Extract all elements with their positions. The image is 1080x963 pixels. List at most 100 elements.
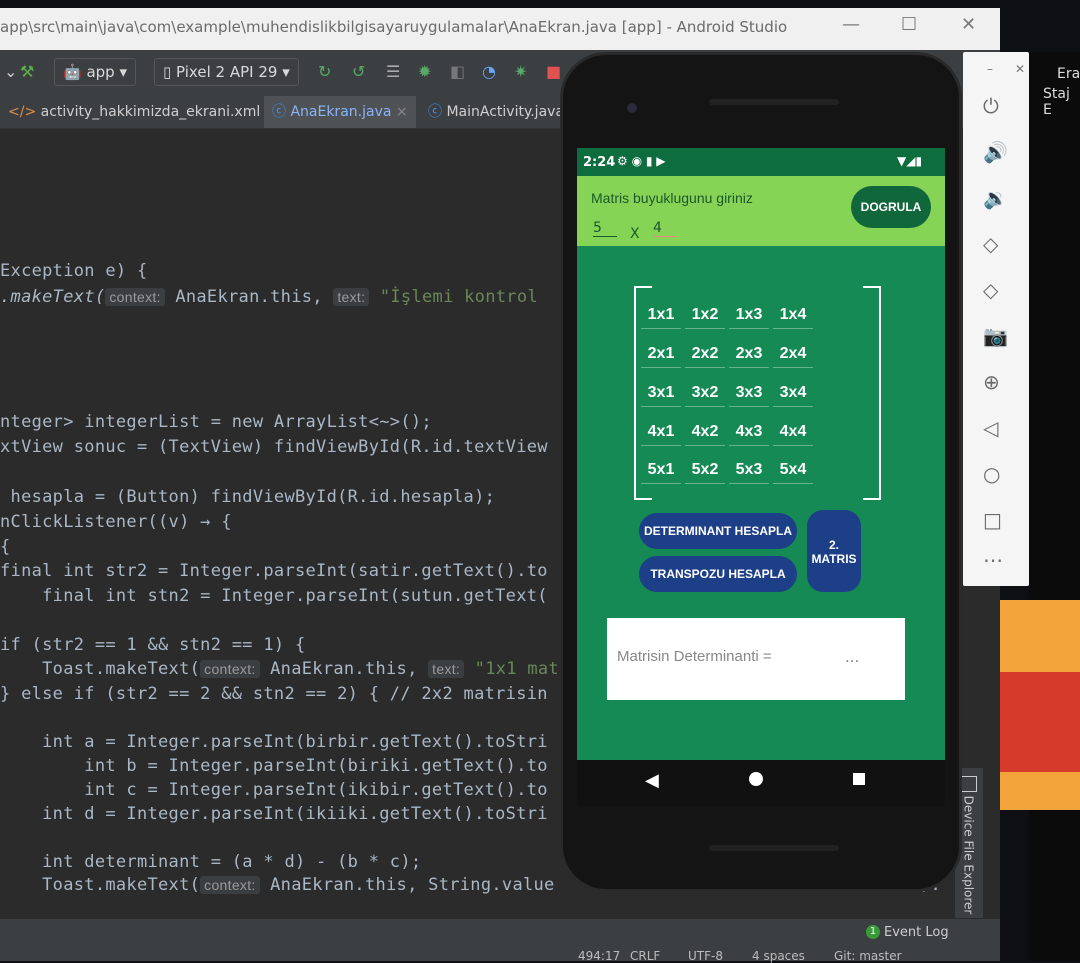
volume-up-icon[interactable]: 🔊	[983, 140, 1008, 164]
device-icon	[961, 776, 977, 792]
matrix-cell-input[interactable]: 4x1	[641, 423, 681, 446]
code-line: int b = Integer.parseInt(biriki.getText(…	[0, 756, 548, 776]
nav-overview-icon[interactable]	[853, 773, 865, 785]
matrix-cell-input[interactable]: 1x3	[729, 306, 769, 329]
matrix-cell-input[interactable]: 3x4	[773, 384, 813, 407]
close-button[interactable]: ✕	[961, 14, 976, 35]
tab-mainactivity[interactable]: ⓒ MainActivity.java	[420, 96, 572, 128]
matrix-cell-input[interactable]: 1x1	[641, 306, 681, 329]
matrix-cell-input[interactable]: 3x1	[641, 384, 681, 407]
code-line: nteger> integerList = new ArrayList<~>()…	[0, 412, 432, 432]
matrix-cell-input[interactable]: 4x4	[773, 423, 813, 446]
code-line: xtView sonuc = (TextView) findViewById(R…	[0, 437, 548, 457]
speaker-grille	[709, 845, 839, 851]
matrix-cell-input[interactable]: 1x4	[773, 306, 813, 329]
cols-input[interactable]: 4	[653, 220, 677, 237]
run-config-label: app	[86, 63, 115, 81]
run-config-select[interactable]: 🤖 app ▾	[54, 58, 137, 86]
power-icon[interactable]: ⏻	[983, 94, 999, 118]
notification-icons: ⚙ ◉ ▮ ▶	[617, 154, 666, 168]
matrix-cell-input[interactable]: 4x3	[729, 423, 769, 446]
nav-home-icon[interactable]	[749, 772, 763, 786]
chevron-icon[interactable]: ⌄	[4, 62, 17, 81]
apply-changes-icon[interactable]: ↻	[318, 62, 331, 81]
device-select[interactable]: ▯ Pixel 2 API 29 ▾	[154, 58, 299, 86]
matrix-cell-input[interactable]: 3x3	[729, 384, 769, 407]
maximize-button[interactable]: ☐	[901, 14, 917, 35]
background-text-2: Staj E	[1043, 86, 1070, 118]
close-tab-icon[interactable]: ×	[396, 104, 408, 120]
tab-anaekran[interactable]: ⓒ AnaEkran.java ×	[264, 96, 416, 128]
camera-icon[interactable]: 📷	[983, 324, 1008, 348]
event-log-button[interactable]: Event Log	[884, 925, 949, 940]
result-box: Matrisin Determinanti = ...	[607, 618, 905, 700]
home-icon[interactable]: ○	[983, 462, 1000, 486]
determinant-button[interactable]: DETERMINANT HESAPLA	[639, 513, 797, 549]
code-line: final int stn2 = Integer.parseInt(sutun.…	[0, 586, 548, 606]
matrix-cell-input[interactable]: 2x4	[773, 345, 813, 368]
matrix-cell-input[interactable]: 2x1	[641, 345, 681, 368]
profiler-icon[interactable]: ◔	[482, 62, 496, 81]
matrix-cell-input[interactable]: 2x3	[729, 345, 769, 368]
close-icon[interactable]: ✕	[1015, 62, 1025, 76]
code-token: AnaEkran.this,	[164, 287, 334, 307]
matrix-cell-input[interactable]: 2x2	[685, 345, 725, 368]
code-line: Toast.makeText(context: AnaEkran.this, S…	[0, 875, 555, 895]
phone-icon: ▯	[163, 63, 172, 81]
more-icon[interactable]: ⋯	[983, 548, 1003, 572]
attach-icon[interactable]: ◧	[450, 62, 465, 81]
result-value: ...	[845, 648, 860, 666]
rows-input[interactable]: 5	[593, 220, 617, 237]
speaker-grille	[709, 99, 839, 105]
back-icon[interactable]: ◁	[983, 416, 998, 440]
apply-code-changes-icon[interactable]: ↺	[352, 62, 365, 81]
matrix-cell-input[interactable]: 1x2	[685, 306, 725, 329]
stop-icon[interactable]: ■	[546, 62, 561, 81]
emulator-controls: – ✕ ⏻ 🔊 🔉 ◇ ◇ 📷 ⊕ ◁ ○ □ ⋯	[963, 52, 1029, 586]
matrix-cell-input[interactable]: 5x3	[729, 461, 769, 484]
matrix-cell-input[interactable]: 5x2	[685, 461, 725, 484]
minimize-button[interactable]: —	[842, 14, 860, 35]
code-line: .makeText(context: AnaEkran.this, text: …	[0, 287, 538, 307]
parameter-hint: context:	[200, 876, 260, 894]
dropdown-icon: ▾	[119, 63, 128, 81]
device-file-explorer-label: Device File Explorer	[961, 795, 976, 915]
parameter-hint: context:	[200, 660, 260, 678]
java-class-icon: ⓒ	[428, 104, 442, 120]
java-class-icon: ⓒ	[272, 104, 286, 120]
signal-battery-icons: ▼◢▮	[897, 154, 923, 168]
matrix-cell-input[interactable]: 3x2	[685, 384, 725, 407]
nav-back-icon[interactable]: ◀	[645, 770, 659, 791]
matrix-cell-input[interactable]: 5x1	[641, 461, 681, 484]
bug-icon[interactable]: ✷	[514, 62, 527, 81]
matrix-cell-input[interactable]: 5x4	[773, 461, 813, 484]
overview-icon[interactable]: □	[983, 508, 1002, 532]
background-window: Era Staj E	[985, 52, 1080, 961]
debug-icon[interactable]: ✹	[418, 62, 431, 81]
times-label: X	[630, 226, 640, 242]
volume-down-icon[interactable]: 🔉	[983, 186, 1008, 210]
rotate-left-icon[interactable]: ◇	[983, 232, 998, 256]
window-title: app\src\main\java\com\example\muhendisli…	[0, 18, 788, 36]
device-label: Pixel 2 API 29	[176, 63, 278, 81]
code-token: "1x1 mat	[464, 659, 559, 679]
status-bar: 1 Event Log 494:17 CRLF UTF-8 4 spaces G…	[0, 919, 1000, 963]
minimize-icon[interactable]: –	[987, 62, 993, 76]
parameter-hint: text:	[428, 660, 465, 678]
code-line: int a = Integer.parseInt(birbir.getText(…	[0, 732, 548, 752]
title-bar: app\src\main\java\com\example\muhendisli…	[0, 8, 1000, 50]
code-line: int c = Integer.parseInt(ikibir.getText(…	[0, 780, 548, 800]
tab-label: AnaEkran.java	[290, 104, 392, 120]
transpose-button[interactable]: TRANSPOZU HESAPLA	[639, 556, 797, 592]
hammer-icon[interactable]: ⚒	[20, 62, 34, 81]
rotate-right-icon[interactable]: ◇	[983, 278, 998, 302]
code-line: Toast.makeText(context: AnaEkran.this, t…	[0, 659, 559, 679]
matrix-cell-input[interactable]: 4x2	[685, 423, 725, 446]
tab-activity-hakkimizda[interactable]: </> activity_hakkimizda_ekrani.xml ×	[0, 96, 284, 128]
second-matrix-button[interactable]: 2. MATRIS	[807, 510, 861, 592]
list-icon[interactable]: ☰	[386, 62, 400, 81]
clock: 2:24	[583, 155, 616, 170]
size-input-bar: Matris buyuklugunu giriniz 5 X 4 DOGRULA	[577, 176, 945, 246]
zoom-icon[interactable]: ⊕	[983, 370, 1000, 394]
verify-button[interactable]: DOGRULA	[851, 186, 931, 228]
